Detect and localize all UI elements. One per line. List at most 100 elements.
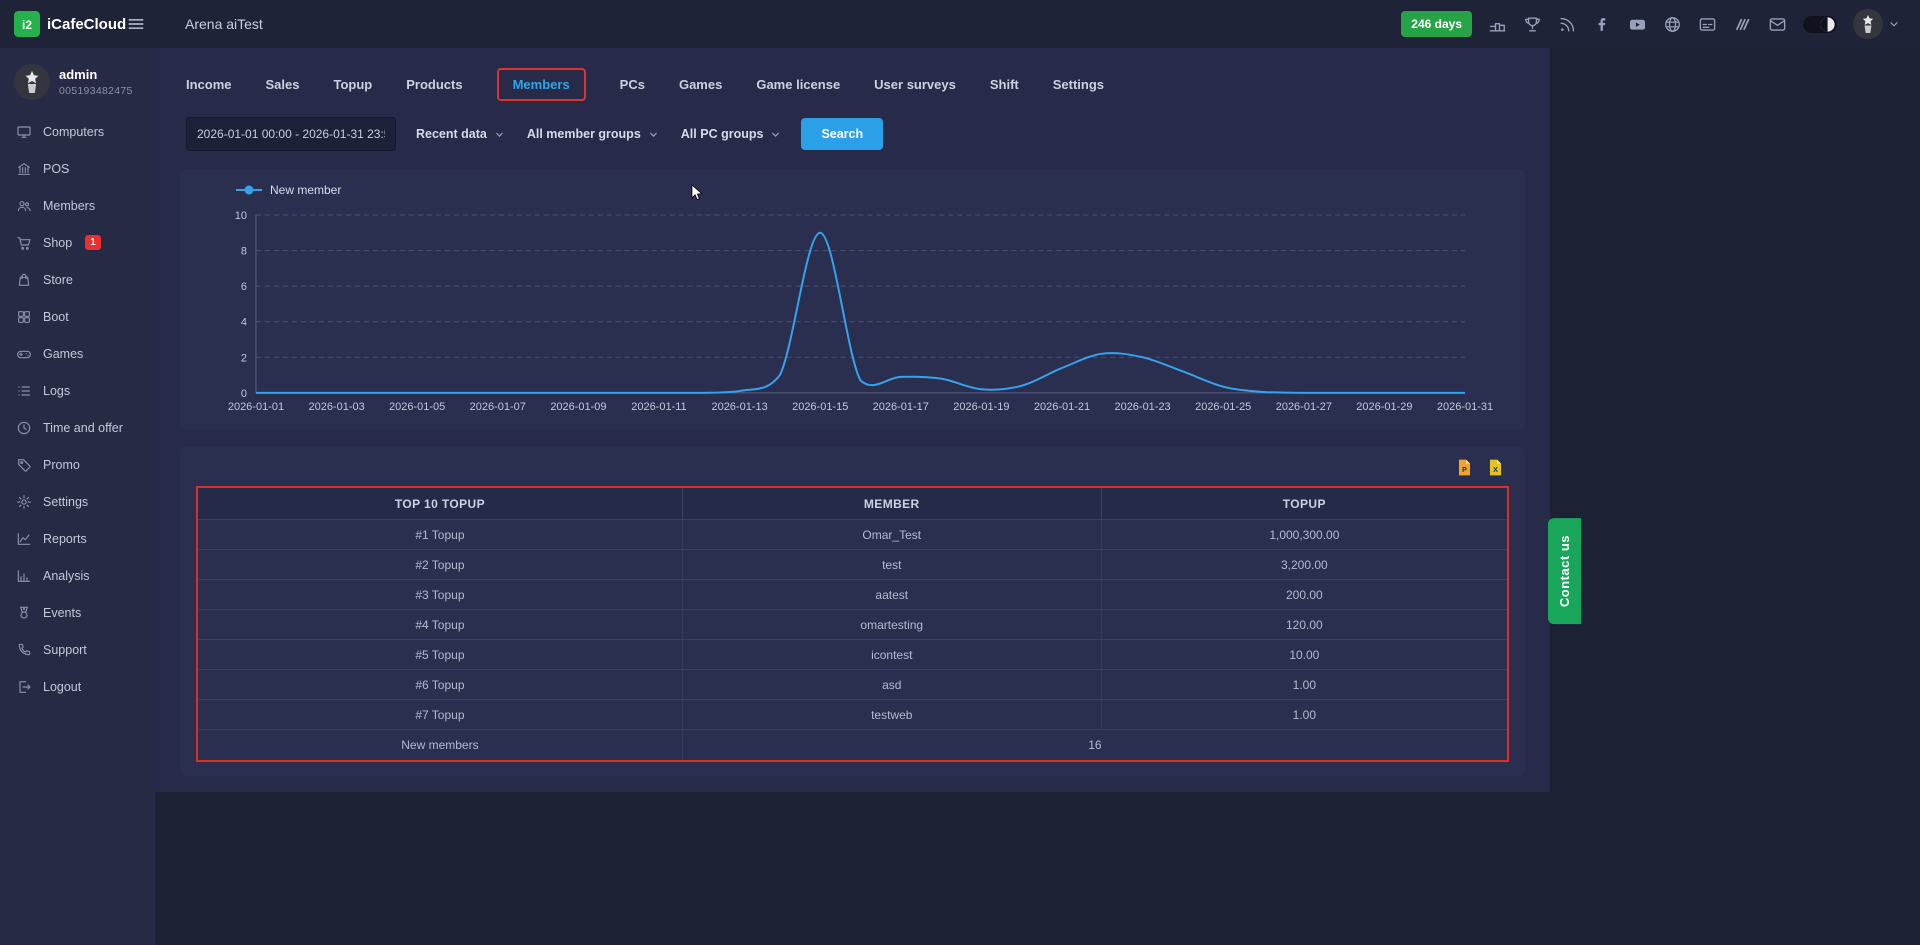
new-member-chart-panel: New member 02468102026-01-012026-01-0320…: [180, 169, 1525, 429]
sidebar-item-time-and-offer[interactable]: Time and offer: [0, 409, 155, 446]
tab-pcs[interactable]: PCs: [620, 70, 645, 99]
table-row: #2 Topuptest3,200.00: [198, 550, 1507, 580]
sidebar-item-label: Boot: [43, 310, 69, 324]
chevron-down-icon: [648, 129, 659, 140]
youtube-icon[interactable]: [1628, 15, 1647, 34]
svg-text:2026-01-29: 2026-01-29: [1356, 401, 1412, 413]
trophy-icon[interactable]: [1523, 15, 1542, 34]
globe-icon[interactable]: [1663, 15, 1682, 34]
sidebar-item-label: Logs: [43, 384, 70, 398]
sidebar-user[interactable]: admin 005193482475: [0, 48, 155, 113]
medal-icon: [16, 605, 32, 621]
svg-text:8: 8: [241, 246, 247, 258]
content: Income Sales Topup Products Members PCs Games G…: [155, 48, 1550, 792]
clock-icon: [16, 420, 32, 436]
sidebar-item-label: Shop: [43, 236, 72, 250]
contact-us-button[interactable]: Contact us: [1548, 518, 1581, 624]
svg-text:2026-01-09: 2026-01-09: [550, 401, 606, 413]
tab-products[interactable]: Products: [406, 70, 462, 99]
table-cell: #6 Topup: [198, 670, 682, 700]
sidebar-item-analysis[interactable]: Analysis: [0, 557, 155, 594]
export-buttons: PX: [196, 455, 1509, 486]
table-row: #5 Topupicontest10.00: [198, 640, 1507, 670]
sidebar-item-label: Logout: [43, 680, 81, 694]
sidebar-item-logout[interactable]: Logout: [0, 668, 155, 705]
rss-icon[interactable]: [1558, 15, 1577, 34]
table-cell: 1,000,300.00: [1101, 520, 1507, 550]
select-value: All member groups: [527, 127, 641, 141]
table-cell: testweb: [682, 700, 1101, 730]
sidebar-item-shop[interactable]: Shop1: [0, 224, 155, 261]
sidebar-item-label: Promo: [43, 458, 80, 472]
topbar-actions: 246 days: [1401, 9, 1920, 39]
select-value: Recent data: [416, 127, 487, 141]
layers-icon[interactable]: [1733, 15, 1752, 34]
svg-text:2: 2: [241, 352, 247, 364]
search-button[interactable]: Search: [801, 118, 883, 150]
sidebar-item-games[interactable]: Games: [0, 335, 155, 372]
chevron-down-icon: [770, 129, 781, 140]
subtitles-icon[interactable]: [1698, 15, 1717, 34]
user-menu[interactable]: [1853, 9, 1900, 39]
facebook-icon[interactable]: [1593, 15, 1612, 34]
list-icon: [16, 383, 32, 399]
svg-text:i2: i2: [22, 18, 32, 32]
sidebar-item-store[interactable]: Store: [0, 261, 155, 298]
sidebar-item-reports[interactable]: Reports: [0, 520, 155, 557]
sidebar-item-computers[interactable]: Computers: [0, 113, 155, 150]
tab-shift[interactable]: Shift: [990, 70, 1019, 99]
sidebar-item-label: Time and offer: [43, 421, 123, 435]
app-logo-icon[interactable]: i2: [14, 11, 40, 37]
tab-income[interactable]: Income: [186, 70, 232, 99]
tab-settings[interactable]: Settings: [1053, 70, 1104, 99]
tab-games[interactable]: Games: [679, 70, 722, 99]
sidebar: admin 005193482475 ComputersPOS Members Sh…: [0, 48, 155, 945]
tab-game-license[interactable]: Game license: [756, 70, 840, 99]
sidebar-item-label: Reports: [43, 532, 87, 546]
sidebar-item-members[interactable]: Members: [0, 187, 155, 224]
ranking-icon[interactable]: [1488, 15, 1507, 34]
svg-text:2026-01-17: 2026-01-17: [873, 401, 929, 413]
sidebar-item-label: Games: [43, 347, 83, 361]
sidebar-item-promo[interactable]: Promo: [0, 446, 155, 483]
export-pdf-icon[interactable]: P: [1455, 457, 1474, 478]
tab-user-surveys[interactable]: User surveys: [874, 70, 956, 99]
sidebar-nav: ComputersPOS Members Shop1Store Boot Games Lo…: [0, 113, 155, 705]
sidebar-item-pos[interactable]: POS: [0, 150, 155, 187]
topbar: i2 iCafeCloud Arena aiTest 246 days: [0, 0, 1920, 48]
pc-groups-select[interactable]: All PC groups: [681, 127, 782, 141]
date-range-input[interactable]: [186, 117, 396, 151]
export-excel-icon[interactable]: X: [1486, 457, 1505, 478]
sidebar-item-support[interactable]: Support: [0, 631, 155, 668]
sidebar-item-settings[interactable]: Settings: [0, 483, 155, 520]
line-chart-icon: [16, 531, 32, 547]
table-cell: #5 Topup: [198, 640, 682, 670]
chart-legend[interactable]: New member: [198, 181, 1507, 205]
menu-icon[interactable]: [126, 14, 146, 34]
svg-text:2026-01-31: 2026-01-31: [1437, 401, 1493, 413]
table-footer-row: New members16: [198, 730, 1507, 760]
sidebar-item-label: Members: [43, 199, 95, 213]
recent-data-select[interactable]: Recent data: [416, 127, 505, 141]
topup-table-panel: PX TOP 10 TOPUPMEMBERTOPUP #1 TopupOmar_…: [180, 447, 1525, 776]
table-cell: #3 Topup: [198, 580, 682, 610]
tab-topup[interactable]: Topup: [334, 70, 373, 99]
legend-label: New member: [270, 183, 341, 197]
svg-text:2026-01-27: 2026-01-27: [1276, 401, 1332, 413]
table-cell: #4 Topup: [198, 610, 682, 640]
sidebar-item-logs[interactable]: Logs: [0, 372, 155, 409]
tab-sales[interactable]: Sales: [266, 70, 300, 99]
sidebar-item-boot[interactable]: Boot: [0, 298, 155, 335]
mail-icon[interactable]: [1768, 15, 1787, 34]
table-cell: icontest: [682, 640, 1101, 670]
svg-text:6: 6: [241, 281, 247, 293]
license-days-badge[interactable]: 246 days: [1401, 11, 1472, 37]
theme-toggle[interactable]: [1803, 16, 1837, 33]
tab-members[interactable]: Members: [497, 68, 586, 101]
member-groups-select[interactable]: All member groups: [527, 127, 659, 141]
sidebar-item-events[interactable]: Events: [0, 594, 155, 631]
svg-text:2026-01-19: 2026-01-19: [953, 401, 1009, 413]
svg-text:2026-01-05: 2026-01-05: [389, 401, 445, 413]
column-header-member: MEMBER: [682, 488, 1101, 520]
svg-text:10: 10: [235, 210, 247, 222]
